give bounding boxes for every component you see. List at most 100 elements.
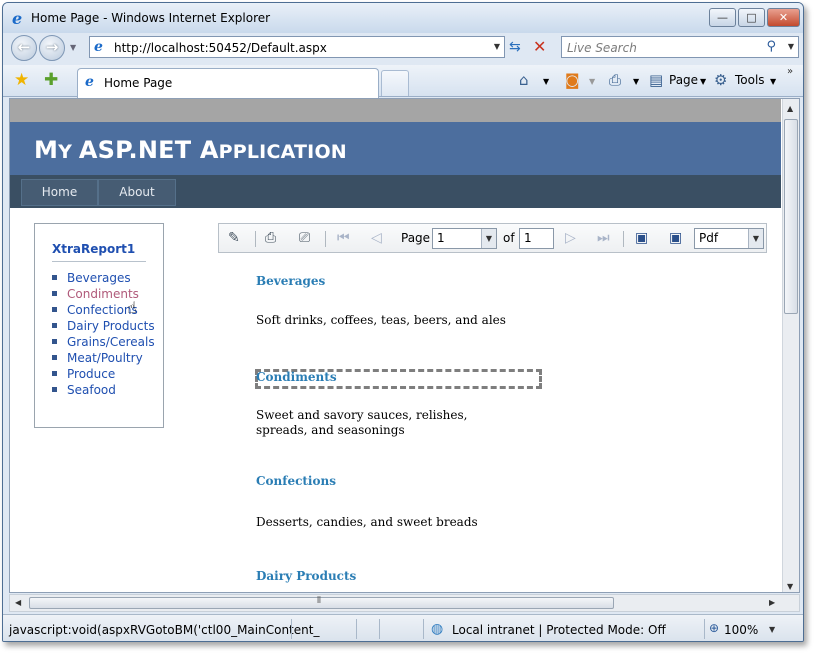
save-icon[interactable]: ▣ xyxy=(635,230,648,246)
address-dropdown-icon[interactable]: ▼ xyxy=(494,42,500,51)
search-input[interactable]: Live Search xyxy=(567,41,637,55)
scroll-right-icon[interactable]: ▶ xyxy=(769,598,775,607)
chevron-down-icon: ▼ xyxy=(748,229,763,248)
new-tab-button[interactable] xyxy=(381,70,409,96)
zoom-icon[interactable]: ⊕ xyxy=(709,621,719,635)
bookmark-confections[interactable]: Confections xyxy=(52,303,155,319)
scroll-left-icon[interactable]: ◀ xyxy=(15,598,21,607)
export-format-select[interactable]: Pdf ▼ xyxy=(694,228,764,249)
top-strip xyxy=(10,99,781,122)
feeds-dropdown-icon[interactable]: ▼ xyxy=(589,77,595,86)
scroll-up-icon[interactable]: ▲ xyxy=(787,104,793,113)
back-button[interactable]: ← xyxy=(11,35,37,61)
title-bar: e Home Page - Windows Internet Explorer … xyxy=(3,3,803,33)
search-report-icon[interactable]: ✎ xyxy=(228,230,240,246)
site-title: MY ASP.NET APPLICATION xyxy=(34,136,347,164)
page-icon: e xyxy=(94,39,103,55)
page-label: Page xyxy=(401,231,431,245)
bookmarks-list: Beverages Condiments Confections Dairy P… xyxy=(52,271,155,399)
total-pages-field: 1 xyxy=(519,228,554,249)
save-new-window-icon[interactable]: ▣ xyxy=(669,230,682,246)
favorites-star-icon[interactable]: ★ xyxy=(14,70,29,90)
previous-page-icon[interactable]: ◁ xyxy=(371,230,382,246)
tools-dropdown-icon[interactable]: ▼ xyxy=(770,77,776,86)
tab-home-page[interactable]: e Home Page xyxy=(77,68,379,98)
bookmark-grains-cereals[interactable]: Grains/Cereals xyxy=(52,335,155,351)
minimize-button[interactable]: — xyxy=(709,8,736,27)
next-page-icon[interactable]: ▷ xyxy=(565,230,576,246)
report-toolbar: ✎ ⎙ ⎚ ⏮ ◁ Page 1 ▼ of 1 ▷ ⏭ ▣ ▣ Pdf ▼ xyxy=(218,223,767,253)
search-icon[interactable]: ⚲ xyxy=(766,39,776,54)
report-category: Condiments xyxy=(256,370,337,384)
page-dropdown-icon[interactable]: ▼ xyxy=(700,77,706,86)
print-dropdown-icon[interactable]: ▼ xyxy=(633,77,639,86)
zoom-level[interactable]: 100% xyxy=(724,623,758,637)
window-title: Home Page - Windows Internet Explorer xyxy=(31,11,271,25)
horizontal-scroll-thumb[interactable] xyxy=(29,597,614,609)
feeds-icon[interactable]: ◙ xyxy=(565,71,580,89)
hand-cursor-icon: ☝ xyxy=(127,298,137,317)
add-favorites-icon[interactable]: ✚ xyxy=(44,70,58,90)
tools-gear-icon[interactable]: ⚙ xyxy=(714,71,727,89)
zoom-dropdown-icon[interactable]: ▼ xyxy=(769,625,775,634)
print-page-icon[interactable]: ⎚ xyxy=(299,230,310,246)
forward-button[interactable]: → xyxy=(39,35,65,61)
page-menu[interactable]: Page xyxy=(669,73,698,87)
recent-pages-dropdown-icon[interactable]: ▼ xyxy=(70,43,76,52)
scroll-down-icon[interactable]: ▼ xyxy=(787,582,793,591)
report-description: Desserts, candies, and sweet breads xyxy=(256,515,478,529)
status-bar: javascript:void(aspxRVGotoBM('ctl00_Main… xyxy=(3,614,803,641)
bookmark-beverages[interactable]: Beverages xyxy=(52,271,155,287)
chevron-down-icon: ▼ xyxy=(481,229,496,248)
bookmark-dairy-products[interactable]: Dairy Products xyxy=(52,319,155,335)
chevron-overflow-icon[interactable]: » xyxy=(787,66,793,77)
maximize-button[interactable]: □ xyxy=(738,8,765,27)
refresh-icon[interactable]: ⇆ xyxy=(509,39,521,55)
bookmark-produce[interactable]: Produce xyxy=(52,367,155,383)
close-button[interactable]: ✕ xyxy=(767,8,800,27)
site-menu: Home About xyxy=(10,175,781,208)
stop-icon[interactable]: ✕ xyxy=(533,37,546,56)
report-category: Beverages xyxy=(256,274,326,288)
globe-icon: ◍ xyxy=(431,621,444,637)
address-bar[interactable]: e http://localhost:50452/Default.aspx ▼ xyxy=(89,36,505,58)
site-header: MY ASP.NET APPLICATION xyxy=(10,122,781,175)
vertical-scroll-thumb[interactable] xyxy=(784,119,798,314)
bookmarks-panel: XtraReport1 Beverages Condiments Confect… xyxy=(34,223,164,428)
search-box[interactable]: Live Search ⚲ ▼ xyxy=(561,36,799,58)
status-text: javascript:void(aspxRVGotoBM('ctl00_Main… xyxy=(9,623,320,637)
tab-page-icon: e xyxy=(85,74,94,90)
menu-item-about[interactable]: About xyxy=(98,179,176,206)
tab-label: Home Page xyxy=(104,76,173,90)
last-page-icon[interactable]: ⏭ xyxy=(597,230,610,246)
address-text[interactable]: http://localhost:50452/Default.aspx xyxy=(114,41,327,55)
tab-bar: ★ ✚ e Home Page ⌂ ▼ ◙ ▼ ⎙ ▼ ▤ Page ▼ ⚙ T… xyxy=(3,65,803,98)
bookmark-condiments[interactable]: Condiments xyxy=(52,287,155,303)
print-icon[interactable]: ⎙ xyxy=(609,71,621,89)
ie-logo-icon: e xyxy=(12,9,23,28)
bookmarks-divider xyxy=(52,261,146,262)
vertical-scrollbar[interactable]: ▲ ▼ xyxy=(782,99,799,592)
menu-item-home[interactable]: Home xyxy=(21,179,98,206)
report-description: Sweet and savory sauces, relishes, sprea… xyxy=(256,408,468,437)
bookmark-meat-poultry[interactable]: Meat/Poultry xyxy=(52,351,155,367)
security-zone[interactable]: Local intranet | Protected Mode: Off xyxy=(452,623,666,637)
horizontal-scrollbar[interactable]: ◀ ⦀ ▶ xyxy=(9,594,800,612)
print-report-icon[interactable]: ⎙ xyxy=(265,230,276,246)
bookmarks-title[interactable]: XtraReport1 xyxy=(52,242,135,256)
report-description: Soft drinks, coffees, teas, beers, and a… xyxy=(256,313,506,327)
search-dropdown-icon[interactable]: ▼ xyxy=(788,42,794,51)
home-icon[interactable]: ⌂ xyxy=(519,71,529,89)
home-dropdown-icon[interactable]: ▼ xyxy=(543,77,549,86)
page-viewport: MY ASP.NET APPLICATION Home About XtraRe… xyxy=(9,98,800,593)
report-category: Dairy Products xyxy=(256,569,357,583)
bookmark-seafood[interactable]: Seafood xyxy=(52,383,155,399)
first-page-icon[interactable]: ⏮ xyxy=(337,230,350,246)
scroll-grip-icon: ⦀ xyxy=(317,596,321,606)
tools-menu[interactable]: Tools xyxy=(735,73,765,87)
navigation-bar: ← → ▼ e http://localhost:50452/Default.a… xyxy=(3,33,803,63)
page-number-select[interactable]: 1 ▼ xyxy=(432,228,497,249)
of-label: of xyxy=(503,231,515,245)
report-category: Confections xyxy=(256,474,336,488)
page-menu-icon[interactable]: ▤ xyxy=(649,71,663,89)
